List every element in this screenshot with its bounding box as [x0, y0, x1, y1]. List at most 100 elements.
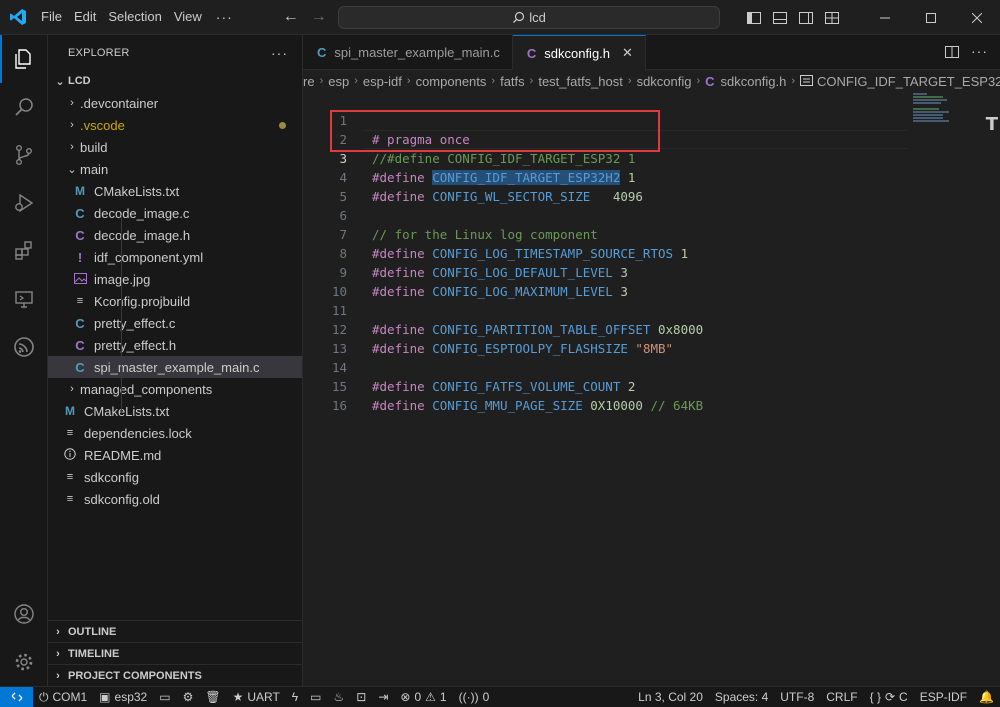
- tree-item-managed-components[interactable]: › managed_components: [48, 378, 302, 400]
- extensions-icon[interactable]: [0, 227, 48, 275]
- language-mode[interactable]: { } ⟳ C: [864, 687, 914, 707]
- problems-item[interactable]: ⊗ 0 ⚠ 1: [394, 687, 452, 707]
- esp-idf-icon[interactable]: [0, 323, 48, 371]
- tree-item-image-jpg[interactable]: image.jpg: [48, 268, 302, 290]
- build-flash-monitor-button[interactable]: ♨: [327, 687, 350, 707]
- menu-file[interactable]: File: [35, 5, 68, 29]
- c-file-icon: C: [75, 315, 85, 331]
- menu-selection[interactable]: Selection: [102, 5, 167, 29]
- breadcrumb-item[interactable]: CONFIG_IDF_TARGET_ESP32: [817, 74, 1000, 89]
- gear-icon: ⚙: [182, 690, 194, 704]
- forward-arrow-icon[interactable]: →: [305, 5, 333, 29]
- breadcrumb-item[interactable]: sdkconfig.h: [721, 74, 787, 89]
- explorer-sidebar: EXPLORER ··· ⌄ LCD › .devcontainer › .vs…: [48, 35, 303, 686]
- minimize-icon[interactable]: [862, 0, 908, 35]
- tree-item-sdkconfig-old[interactable]: ≡ sdkconfig.old: [48, 488, 302, 510]
- tree-item-pretty-effect-c[interactable]: C pretty_effect.c: [48, 312, 302, 334]
- toggle-panel-icon[interactable]: [768, 6, 792, 30]
- flash-button[interactable]: ϟ: [286, 687, 304, 707]
- breadcrumb-item[interactable]: re: [303, 74, 315, 89]
- tree-item-pretty-effect-h[interactable]: C pretty_effect.h: [48, 334, 302, 356]
- tree-item-build[interactable]: › build: [48, 136, 302, 158]
- tree-item-decode-image-c[interactable]: C decode_image.c: [48, 202, 302, 224]
- split-editor-icon[interactable]: [944, 44, 960, 63]
- section-timeline[interactable]: › TIMELINE: [48, 642, 303, 664]
- tree-item-decode-image-h[interactable]: C decode_image.h: [48, 224, 302, 246]
- minimap[interactable]: [913, 92, 983, 132]
- ports-item[interactable]: ((·)) 0: [453, 687, 496, 707]
- serial-port-item[interactable]: ⏻ COM1: [33, 687, 93, 707]
- workspace-root[interactable]: ⌄ LCD: [48, 70, 302, 92]
- error-icon: ⊗: [400, 690, 411, 704]
- tree-item-sdkconfig[interactable]: ≡ sdkconfig: [48, 466, 302, 488]
- search-view-icon[interactable]: [0, 83, 48, 131]
- editor-more-actions[interactable]: ···: [971, 43, 988, 59]
- tree-item-kconfig[interactable]: ≡ Kconfig.projbuild: [48, 290, 302, 312]
- target-item[interactable]: ▣ esp32: [93, 687, 153, 707]
- end-of-line[interactable]: CRLF: [820, 687, 863, 707]
- scrollbar-overview-icon: T: [985, 114, 998, 135]
- section-outline[interactable]: › OUTLINE: [48, 620, 303, 642]
- tab-spi-master-example-main[interactable]: C spi_master_example_main.c: [303, 35, 513, 70]
- breadcrumb-item[interactable]: esp-idf: [363, 74, 402, 89]
- tree-item-devcontainer[interactable]: › .devcontainer: [48, 92, 302, 114]
- close-window-icon[interactable]: [954, 0, 1000, 35]
- tree-item-dependencies-lock[interactable]: ≡ dependencies.lock: [48, 422, 302, 444]
- tree-item-idf-component-yml[interactable]: ! idf_component.yml: [48, 246, 302, 268]
- breadcrumb-item[interactable]: esp: [328, 74, 349, 89]
- breadcrumb-separator-icon: ›: [319, 75, 324, 87]
- remote-explorer-icon[interactable]: [0, 275, 48, 323]
- terminal-button[interactable]: ⊡: [350, 687, 372, 707]
- breadcrumb-item[interactable]: sdkconfig: [637, 74, 692, 89]
- tab-sdkconfig-h[interactable]: C sdkconfig.h ✕: [512, 35, 646, 70]
- accounts-icon[interactable]: [0, 590, 48, 638]
- framework-item[interactable]: ESP-IDF: [914, 687, 973, 707]
- tree-item-main-cmakelists[interactable]: M CMakeLists.txt: [48, 180, 302, 202]
- code-editor[interactable]: 1 # pragma once 2 //#define CONFIG_IDF_T…: [303, 92, 1000, 686]
- full-clean-button[interactable]: 🗑: [199, 687, 226, 707]
- text-file-icon: ≡: [76, 295, 84, 307]
- tree-item-spi-master-example-main[interactable]: C spi_master_example_main.c: [48, 356, 302, 378]
- run-task-button[interactable]: ⇥: [372, 687, 394, 707]
- toggle-primary-sidebar-icon[interactable]: [742, 6, 766, 30]
- command-center-search[interactable]: lcd: [338, 6, 720, 29]
- breadcrumb-separator-icon: ›: [354, 75, 358, 87]
- tree-item-main[interactable]: ⌄ main: [48, 158, 302, 180]
- source-control-icon[interactable]: [0, 131, 48, 179]
- tree-item-readme[interactable]: README.md: [48, 444, 302, 466]
- title-bar: File Edit Selection View ··· ← → lcd: [0, 0, 1000, 35]
- encoding[interactable]: UTF-8: [774, 687, 820, 707]
- maximize-icon[interactable]: [908, 0, 954, 35]
- code-line: 16: [303, 377, 913, 413]
- menu-view[interactable]: View: [168, 5, 208, 29]
- image-file-icon: [72, 272, 88, 287]
- settings-gear-icon[interactable]: [0, 638, 48, 686]
- indentation[interactable]: Spaces: 4: [709, 687, 774, 707]
- cursor-position[interactable]: Ln 3, Col 20: [632, 687, 709, 707]
- run-debug-icon[interactable]: [0, 179, 48, 227]
- sdk-config-button[interactable]: ▭: [153, 687, 176, 707]
- close-tab-icon[interactable]: ✕: [622, 45, 633, 61]
- customize-layout-icon[interactable]: [820, 6, 844, 30]
- tree-item-root-cmakelists[interactable]: M CMakeLists.txt: [48, 400, 302, 422]
- menu-more[interactable]: ···: [208, 9, 241, 25]
- toggle-secondary-sidebar-icon[interactable]: [794, 6, 818, 30]
- monitor-button[interactable]: ▭: [304, 687, 327, 707]
- breadcrumb-item[interactable]: fatfs: [500, 74, 525, 89]
- chevron-right-icon: ›: [56, 625, 60, 638]
- tree-item-label: decode_image.h: [94, 227, 191, 243]
- notifications-bell-icon[interactable]: 🔔: [973, 687, 1000, 707]
- menu-edit[interactable]: Edit: [68, 5, 102, 29]
- back-arrow-icon[interactable]: ←: [277, 5, 305, 29]
- breadcrumb-separator-icon: ›: [627, 75, 632, 87]
- remote-indicator-icon[interactable]: [0, 686, 33, 707]
- tree-item-label: Kconfig.projbuild: [94, 293, 191, 309]
- flash-method-item[interactable]: ★ UART: [227, 687, 286, 707]
- breadcrumb-item[interactable]: components: [416, 74, 487, 89]
- menuconfig-button[interactable]: ⚙: [177, 687, 200, 707]
- explorer-more-actions[interactable]: ···: [271, 45, 288, 61]
- tree-item-vscode[interactable]: › .vscode: [48, 114, 302, 136]
- section-project-components[interactable]: › PROJECT COMPONENTS: [48, 664, 303, 686]
- breadcrumb-item[interactable]: test_fatfs_host: [538, 74, 623, 89]
- explorer-icon[interactable]: [0, 35, 48, 83]
